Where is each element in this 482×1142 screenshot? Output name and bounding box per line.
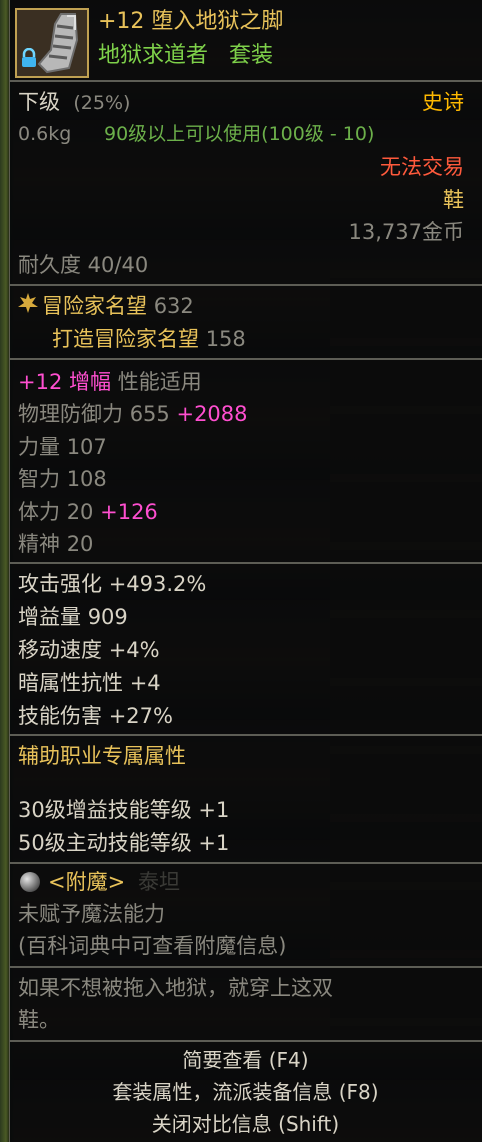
stat-label: 精神 — [18, 532, 60, 556]
stat-value: 108 — [66, 467, 107, 491]
set-tag: 套装 — [229, 43, 274, 68]
lock-icon — [22, 48, 36, 67]
effect-row: 移动速度 +4% — [18, 634, 160, 666]
upgrade-level: +12 — [18, 370, 63, 394]
flavor-text-line: 如果不想被拖入地狱，就穿上这双 — [18, 976, 333, 1000]
level-requirement: 90级以上可以使用(100级 - 10) — [104, 123, 375, 145]
grade-row: 下级 (25%) — [18, 86, 130, 119]
divider — [9, 966, 482, 968]
grade-label: 下级 — [18, 90, 60, 114]
stat-value: 107 — [66, 435, 107, 459]
effect-label: 技能伤害 — [18, 704, 102, 728]
effect-value: +27% — [108, 704, 173, 728]
enchant-none: 未赋予魔法能力 — [18, 902, 165, 926]
stat-label: 体力 — [18, 500, 60, 524]
enchant-hint: (百科词典中可查看附魔信息) — [18, 934, 287, 958]
support-skill-value: +1 — [198, 798, 230, 822]
divider — [9, 562, 482, 564]
set-name-label: 地狱求道者 — [98, 43, 209, 68]
flavor-text-line: 鞋。 — [18, 1008, 60, 1032]
enchant-title: <附魔> — [48, 870, 126, 894]
effect-row: 暗属性抗性 +4 — [18, 667, 161, 699]
stat-label: 智力 — [18, 467, 60, 491]
upgrade-note: 性能适用 — [117, 370, 202, 394]
fame-row: 冒险家名望 632 — [42, 290, 194, 322]
item-name: +12 堕入地狱之脚 — [98, 9, 284, 34]
effect-label: 移动速度 — [18, 638, 102, 662]
effect-label: 暗属性抗性 — [18, 671, 123, 695]
stat-label: 力量 — [18, 435, 60, 459]
divider — [9, 358, 482, 360]
stat-bonus: +2088 — [176, 402, 248, 426]
durability: 耐久度 40/40 — [18, 253, 149, 277]
stat-row: 精神 20 — [18, 528, 93, 560]
upgrade-type: 增幅 — [69, 370, 112, 394]
effect-value: +4% — [108, 638, 160, 662]
effect-row: 增益量 909 — [18, 601, 128, 633]
effect-row: 攻击强化 +493.2% — [18, 568, 206, 600]
sell-price: 13,737金币 — [348, 220, 464, 244]
stat-row: 体力 20 +126 — [18, 496, 158, 528]
stat-value: 20 — [66, 532, 94, 556]
divider — [9, 734, 482, 736]
effect-value: 909 — [87, 605, 128, 629]
fame-emblem-icon — [18, 293, 38, 313]
upgrade-row: +12 增幅 性能适用 — [18, 366, 202, 398]
set-info-hint[interactable]: 套装属性，流派装备信息 (F8) — [9, 1076, 482, 1108]
grey-orb-icon — [20, 872, 40, 892]
slot-type: 鞋 — [443, 188, 464, 212]
stat-value: 20 — [66, 500, 94, 524]
close-compare-hint[interactable]: 关闭对比信息 (Shift) — [9, 1108, 482, 1140]
support-skill-row: 50级主动技能等级 +1 — [18, 827, 229, 859]
rarity-label: 史诗 — [422, 90, 464, 114]
support-title: 辅助职业专属属性 — [18, 744, 186, 768]
fame-label: 冒险家名望 — [42, 294, 147, 318]
forge-fame-value: 158 — [205, 327, 246, 351]
effect-value: +493.2% — [108, 572, 207, 596]
stat-row: 物理防御力 655 +2088 — [18, 398, 248, 430]
stat-value: 655 — [129, 402, 170, 426]
brief-view-hint[interactable]: 简要查看 (F4) — [9, 1044, 482, 1076]
support-skill-label: 30级增益技能等级 — [18, 798, 192, 822]
grade-percent: (25%) — [73, 92, 131, 114]
stat-row: 力量 107 — [18, 431, 107, 463]
effect-label: 增益量 — [18, 605, 81, 629]
stat-bonus: +126 — [100, 500, 158, 524]
support-skill-label: 50级主动技能等级 — [18, 831, 192, 855]
trade-status: 无法交易 — [380, 155, 464, 179]
enchant-ghost-text: 泰坦 — [138, 870, 180, 894]
stat-label: 物理防御力 — [18, 402, 123, 426]
stat-row: 智力 108 — [18, 463, 107, 495]
divider — [9, 284, 482, 286]
effect-label: 攻击强化 — [18, 572, 102, 596]
support-skill-value: +1 — [198, 831, 230, 855]
weight-label: 0.6kg — [18, 123, 72, 145]
fame-value: 632 — [153, 294, 194, 318]
forge-fame-row: 打造冒险家名望 158 — [52, 323, 246, 355]
set-name: 地狱求道者 套装 — [98, 40, 273, 72]
effect-row: 技能伤害 +27% — [18, 700, 173, 732]
divider — [9, 80, 482, 82]
forge-fame-label: 打造冒险家名望 — [52, 327, 199, 351]
support-skill-row: 30级增益技能等级 +1 — [18, 794, 229, 826]
effect-value: +4 — [129, 671, 161, 695]
divider — [9, 862, 482, 864]
divider — [9, 1040, 482, 1042]
